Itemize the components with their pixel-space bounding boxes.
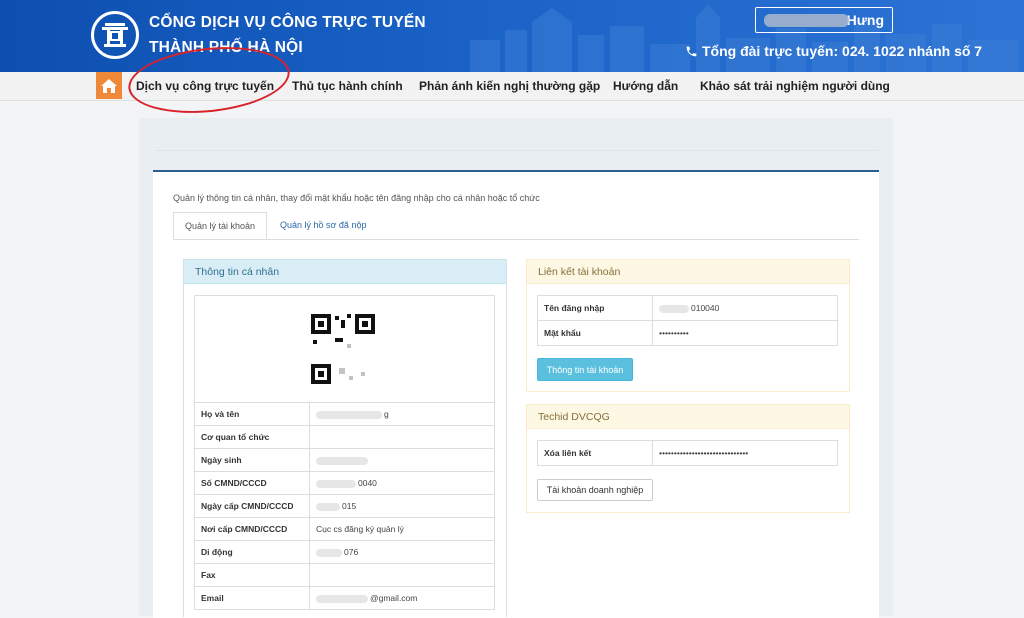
field-value: 015 — [309, 494, 495, 518]
account-link-heading: Liên kết tài khoản — [527, 260, 849, 284]
table-row: Nơi cấp CMND/CCCD Cục cs đăng ký quản lý — [194, 517, 495, 541]
table-row: Số CMND/CCCD 0040 — [194, 471, 495, 495]
field-label: Ngày sinh — [194, 448, 310, 472]
nav-admin-procedures[interactable]: Thủ tục hành chính — [292, 72, 403, 100]
phone-icon — [686, 46, 697, 56]
city-skyline-background — [470, 4, 1018, 72]
field-value — [309, 425, 495, 449]
field-label: Họ và tên — [194, 402, 310, 426]
redacted-value — [316, 594, 368, 603]
field-value: @gmail.com — [309, 586, 495, 610]
field-value: •••••••••• — [652, 320, 838, 346]
field-label: Di động — [194, 540, 310, 564]
nav-feedback[interactable]: Phản ánh kiến nghị thường gặp — [419, 72, 600, 100]
tab-submitted-files[interactable]: Quản lý hồ sơ đã nộp — [269, 212, 377, 239]
field-label: Cơ quan tổ chức — [194, 425, 310, 449]
nav-guide[interactable]: Hướng dẫn — [613, 72, 678, 100]
home-button[interactable] — [96, 72, 122, 99]
field-value: •••••••••••••••••••••••••••••• — [652, 440, 838, 466]
redacted-value — [659, 304, 689, 313]
table-row: Email @gmail.com — [194, 586, 495, 610]
field-value: 0040 — [309, 471, 495, 495]
field-label: Tên đăng nhập — [537, 295, 653, 321]
field-value — [309, 563, 495, 587]
table-row: Fax — [194, 563, 495, 587]
account-tabs: Quản lý tài khoản Quản lý hồ sơ đã nộp — [173, 212, 859, 240]
techid-table: Xóa liên kết ••••••••••••••••••••••••••••… — [537, 440, 838, 466]
field-value: Cục cs đăng ký quản lý — [309, 517, 495, 541]
personal-info-heading: Thông tin cá nhân — [184, 260, 506, 284]
account-info-button[interactable]: Thông tin tài khoản — [537, 358, 633, 381]
hotline-text: Tổng đài trực tuyến: 024. 1022 nhánh số … — [702, 43, 983, 59]
qr-code-area — [194, 295, 495, 403]
hanoi-logo-icon — [102, 23, 128, 47]
business-account-button[interactable]: Tài khoản doanh nghiệp — [537, 479, 653, 501]
field-label: Mật khẩu — [537, 320, 653, 346]
table-row: Tên đăng nhập 010040 — [537, 295, 838, 321]
divider — [155, 150, 879, 151]
techid-heading: Techid DVCQG — [527, 405, 849, 429]
field-label: Email — [194, 586, 310, 610]
user-name: Hưng — [846, 12, 884, 28]
field-label: Fax — [194, 563, 310, 587]
home-icon — [101, 78, 117, 93]
account-link-table: Tên đăng nhập 010040 Mật khẩu •••••••••• — [537, 295, 838, 346]
table-row: Ngày sinh — [194, 448, 495, 472]
table-row: Ngày cấp CMND/CCCD 015 — [194, 494, 495, 518]
redacted-value — [316, 456, 368, 465]
redacted-value — [316, 548, 342, 557]
field-label: Số CMND/CCCD — [194, 471, 310, 495]
page-description: Quản lý thông tin cá nhân, thay đổi mật … — [173, 193, 540, 203]
field-label: Nơi cấp CMND/CCCD — [194, 517, 310, 541]
hotline: Tổng đài trực tuyến: 024. 1022 nhánh số … — [685, 43, 982, 59]
user-account-button[interactable]: Hưng — [755, 7, 893, 33]
site-title: CỔNG DỊCH VỤ CÔNG TRỰC TUYẾN — [149, 14, 426, 31]
redacted-value — [316, 479, 356, 488]
redacted-username — [764, 14, 849, 27]
field-value: 076 — [309, 540, 495, 564]
field-label: Xóa liên kết — [537, 440, 653, 466]
table-row: Mật khẩu •••••••••• — [537, 320, 838, 346]
table-row: Xóa liên kết ••••••••••••••••••••••••••••… — [537, 440, 838, 466]
field-value — [309, 448, 495, 472]
table-row: Di động 076 — [194, 540, 495, 564]
hanoi-logo[interactable] — [91, 11, 139, 59]
field-value: g — [309, 402, 495, 426]
tab-account-management[interactable]: Quản lý tài khoản — [173, 212, 268, 239]
personal-info-table: Họ và tên g Cơ quan tổ chức Ngày sinh Số … — [194, 402, 495, 610]
table-row: Họ và tên g — [194, 402, 495, 426]
field-label: Ngày cấp CMND/CCCD — [194, 494, 310, 518]
redacted-value — [316, 502, 340, 511]
qr-code-icon — [311, 314, 381, 386]
table-row: Cơ quan tổ chức — [194, 425, 495, 449]
redacted-value — [316, 410, 382, 419]
nav-survey[interactable]: Khảo sát trải nghiệm người dùng — [700, 72, 890, 100]
field-value: 010040 — [652, 295, 838, 321]
